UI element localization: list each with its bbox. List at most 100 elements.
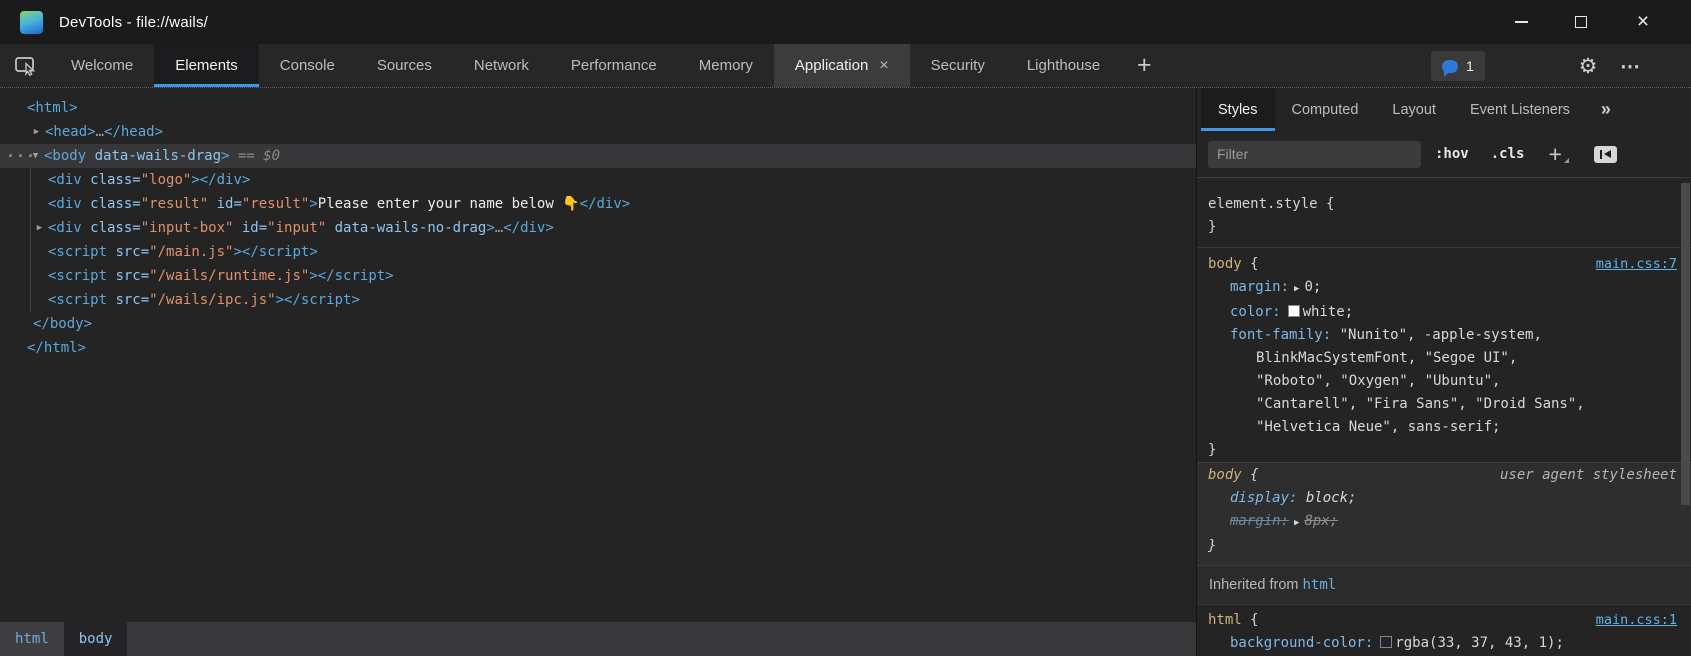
css-rule: html {main.css:1background-color:rgba(33…: [1197, 605, 1691, 656]
content-area: <html>▶<head>…</head>···▼<body data-wail…: [0, 88, 1691, 656]
settings-button[interactable]: ⚙: [1573, 50, 1603, 82]
code-val: "result": [141, 196, 208, 212]
code-tag: </html>: [27, 340, 86, 356]
code-tag: <script: [48, 268, 107, 284]
collapse-arrow-icon[interactable]: ▼: [29, 144, 42, 168]
tab-sources[interactable]: Sources: [356, 44, 453, 87]
property-expand-icon[interactable]: ▶: [1294, 284, 1299, 294]
css-property[interactable]: margin:▶0;: [1208, 276, 1691, 301]
code-tag: ></script>: [276, 292, 360, 308]
tab-label: Sources: [377, 57, 432, 74]
rule-selector[interactable]: html: [1208, 612, 1242, 628]
tree-row[interactable]: ▶<head>…</head>: [0, 120, 1196, 144]
code-attr: src=: [107, 292, 149, 308]
main-tabs: Welcome Elements Console Sources Network Perf…: [50, 44, 1121, 87]
property-name: margin:: [1230, 513, 1289, 529]
tab-network[interactable]: Network: [453, 44, 550, 87]
tree-row[interactable]: <script src="/wails/runtime.js"></script…: [0, 264, 1196, 288]
code-emoji: 👇: [562, 196, 579, 212]
close-button[interactable]: ×: [1623, 0, 1663, 44]
rule-selector[interactable]: element.style: [1208, 196, 1318, 212]
sidebar-tab-styles[interactable]: Styles: [1201, 88, 1275, 131]
tree-row[interactable]: </body>: [0, 312, 1196, 336]
gear-icon: ⚙: [1579, 54, 1598, 79]
minimize-button[interactable]: [1501, 0, 1541, 44]
tab-welcome[interactable]: Welcome: [50, 44, 154, 87]
tree-row[interactable]: ···▼<body data-wails-drag> == $0: [0, 144, 1196, 168]
window-title: DevTools - file://wails/: [59, 14, 208, 31]
property-value-wrap: BlinkMacSystemFont, "Segoe UI",: [1208, 347, 1691, 370]
tab-label: Application: [795, 57, 868, 74]
code-attr: class=: [82, 196, 141, 212]
property-value: "Nunito", -apple-system,: [1331, 327, 1542, 343]
tab-application[interactable]: Application ×: [774, 44, 910, 87]
tree-row[interactable]: <div class="result" id="result">Please e…: [0, 192, 1196, 216]
computed-sidebar-toggle-icon[interactable]: [1594, 146, 1617, 163]
tab-elements[interactable]: Elements: [154, 44, 259, 87]
code-meta-italic: $0: [263, 148, 280, 164]
css-property[interactable]: background-color:rgba(33, 37, 43, 1);: [1208, 632, 1691, 655]
code-attr: class=: [82, 220, 141, 236]
stylesheet-link[interactable]: main.css:7: [1596, 253, 1677, 276]
tab-label: Network: [474, 57, 529, 74]
tree-row[interactable]: <html>: [0, 96, 1196, 120]
minimize-icon: [1515, 21, 1528, 23]
css-property[interactable]: font-family: "Nunito", -apple-system,: [1208, 324, 1691, 347]
tab-close-icon[interactable]: ×: [879, 57, 888, 75]
property-expand-icon[interactable]: ▶: [1294, 518, 1299, 528]
sidebar-tabs: StylesComputedLayoutEvent Listeners: [1201, 88, 1587, 131]
css-property[interactable]: color:white;: [1208, 301, 1691, 324]
color-swatch[interactable]: [1288, 305, 1300, 317]
tab-performance[interactable]: Performance: [550, 44, 678, 87]
tree-row[interactable]: ▶<div class="input-box" id="input" data-…: [0, 216, 1196, 240]
tree-row[interactable]: </html>: [0, 336, 1196, 360]
pseudo-state-button[interactable]: :hov: [1435, 146, 1469, 162]
more-tools-button[interactable]: +: [1121, 44, 1167, 87]
css-property[interactable]: margin:▶8px;: [1208, 510, 1691, 535]
tab-label: Elements: [175, 57, 238, 74]
tree-row[interactable]: <script src="/main.js"></script>: [0, 240, 1196, 264]
code-tag: ></script>: [309, 268, 393, 284]
sidebar-tab-computed[interactable]: Computed: [1275, 88, 1376, 131]
inspect-icon: [14, 55, 37, 76]
tab-security[interactable]: Security: [910, 44, 1006, 87]
rule-selector[interactable]: body: [1208, 467, 1242, 483]
tree-row[interactable]: <script src="/wails/ipc.js"></script>: [0, 288, 1196, 312]
property-value: white;: [1303, 304, 1354, 320]
code-val: "/wails/ipc.js": [149, 292, 275, 308]
property-name: background-color:: [1230, 635, 1373, 651]
tab-lighthouse[interactable]: Lighthouse: [1006, 44, 1121, 87]
rule-selector-line: html {main.css:1: [1208, 609, 1691, 632]
customize-menu-button[interactable]: ⋯: [1615, 50, 1645, 82]
tab-console[interactable]: Console: [259, 44, 356, 87]
issues-badge[interactable]: 1: [1431, 51, 1485, 81]
breadcrumb-item-html[interactable]: html: [0, 622, 64, 656]
sidebar-tab-layout[interactable]: Layout: [1375, 88, 1453, 131]
expand-arrow-icon[interactable]: ▶: [33, 216, 46, 240]
breadcrumb-item-body[interactable]: body: [64, 622, 128, 656]
expand-arrow-icon[interactable]: ▶: [30, 120, 43, 144]
element-class-button[interactable]: .cls: [1491, 146, 1525, 162]
stylesheet-link[interactable]: main.css:1: [1596, 609, 1677, 632]
sidebar-tab-event-listeners[interactable]: Event Listeners: [1453, 88, 1587, 131]
inherited-from-node[interactable]: html: [1303, 577, 1337, 593]
css-property[interactable]: display: block;: [1208, 487, 1691, 510]
styles-filter-input[interactable]: [1208, 141, 1421, 168]
property-name: font-family:: [1230, 327, 1331, 343]
inspect-element-button[interactable]: [0, 44, 50, 87]
color-swatch[interactable]: [1380, 636, 1392, 648]
tree-row[interactable]: <div class="logo"></div>: [0, 168, 1196, 192]
code-val: "result": [242, 196, 309, 212]
plus-icon: +: [1548, 141, 1561, 167]
more-tabs-icon[interactable]: »: [1601, 99, 1611, 120]
new-style-rule-button[interactable]: +: [1548, 144, 1561, 164]
maximize-button[interactable]: [1561, 0, 1601, 44]
code-tag: ></script>: [233, 244, 317, 260]
rule-selector[interactable]: body: [1208, 256, 1242, 272]
dom-tree: <html>▶<head>…</head>···▼<body data-wail…: [0, 96, 1196, 360]
code-val: "/main.js": [149, 244, 233, 260]
code-tag: <div: [48, 220, 82, 236]
styles-scrollbar[interactable]: [1681, 183, 1690, 505]
tab-memory[interactable]: Memory: [678, 44, 774, 87]
code-meta: ==: [229, 148, 263, 164]
